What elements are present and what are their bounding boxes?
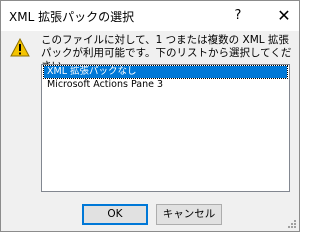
list-item[interactable]: Microsoft Actions Pane 3	[44, 79, 287, 91]
title-bar: XML 拡張パックの選択 ? ✕	[1, 1, 299, 31]
window-title: XML 拡張パックの選択	[9, 10, 135, 24]
warning-icon	[10, 38, 30, 57]
cancel-button[interactable]: キャンセル	[156, 204, 222, 225]
help-button[interactable]: ?	[223, 1, 253, 31]
resize-grip-icon[interactable]	[287, 219, 297, 229]
dialog-window: XML 拡張パックの選択 ? ✕ このファイルに対して、1 つまたは複数の XM…	[0, 0, 300, 232]
list-item[interactable]: XML 拡張パックなし	[43, 65, 288, 79]
ok-button[interactable]: OK	[82, 204, 148, 225]
close-button[interactable]: ✕	[269, 1, 299, 31]
expansion-pack-list[interactable]: XML 拡張パックなし Microsoft Actions Pane 3	[41, 64, 290, 192]
